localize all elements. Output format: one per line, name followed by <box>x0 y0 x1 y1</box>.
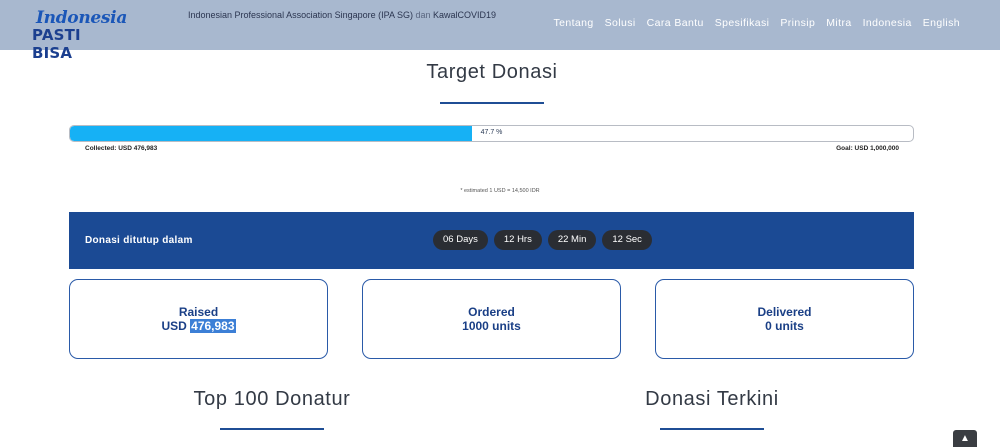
org-and: dan <box>415 10 431 20</box>
target-title-underline <box>440 102 544 104</box>
nav-prinsip[interactable]: Prinsip <box>780 17 815 29</box>
target-title: Target Donasi <box>426 61 558 83</box>
raised-label: Raised <box>178 305 219 319</box>
raised-card: Raised USD 476,983 <box>69 279 328 359</box>
raised-value: 476,983 <box>190 319 236 333</box>
org-credit: Indonesian Professional Association Sing… <box>188 10 496 20</box>
org-name: Indonesian Professional Association Sing… <box>188 10 413 20</box>
org-partner: KawalCOVID19 <box>433 10 497 20</box>
goal-amount: Goal: USD 1,000,000 <box>836 145 899 152</box>
nav-indonesia[interactable]: Indonesia <box>863 17 912 29</box>
nav-mitra[interactable]: Mitra <box>826 17 851 29</box>
collected-amount: Collected: USD 476,983 <box>85 145 158 152</box>
progress-percent: 47.7 % <box>480 129 503 136</box>
site-header: Indonesia PASTI BISA Indonesian Professi… <box>0 0 1000 62</box>
top-donors-underline <box>220 428 324 430</box>
nav-cara-bantu[interactable]: Cara Bantu <box>647 17 704 29</box>
countdown-seconds: 12 Sec <box>602 230 652 250</box>
ordered-label: Ordered <box>468 305 515 319</box>
countdown-label: Donasi ditutup dalam <box>85 235 193 246</box>
raised-currency: USD <box>161 319 187 333</box>
nav-spesifikasi[interactable]: Spesifikasi <box>715 17 770 29</box>
logo-line1: Indonesia <box>36 8 128 28</box>
countdown-days: 06 Days <box>433 230 488 250</box>
recent-donations-underline <box>660 428 764 430</box>
main-nav: Tentang Solusi Cara Bantu Spesifikasi Pr… <box>553 17 960 29</box>
exchange-rate-note: * estimated 1 USD = 14,500 IDR <box>460 188 540 194</box>
ordered-value: 1000 units <box>462 319 521 333</box>
delivered-card: Delivered 0 units <box>655 279 914 359</box>
donation-progress-bar: 47.7 % <box>69 125 914 142</box>
logo-line2: PASTI BISA <box>32 26 81 62</box>
delivered-value: 0 units <box>765 319 804 333</box>
recent-donations-title: Donasi Terkini <box>645 388 779 410</box>
raised-value-line: USD 476,983 <box>70 319 327 333</box>
countdown-hours: 12 Hrs <box>493 230 542 250</box>
countdown-minutes: 22 Min <box>547 230 597 250</box>
countdown-timer: 06 Days 12 Hrs 22 Min 12 Sec <box>433 230 652 250</box>
delivered-label: Delivered <box>757 305 812 319</box>
ordered-card: Ordered 1000 units <box>362 279 621 359</box>
logo[interactable]: Indonesia PASTI BISA <box>32 8 128 62</box>
nav-tentang[interactable]: Tentang <box>553 17 593 29</box>
top-donors-title: Top 100 Donatur <box>193 388 351 410</box>
nav-english[interactable]: English <box>923 17 960 29</box>
chevron-up-icon[interactable]: ▲ <box>953 430 977 447</box>
nav-solusi[interactable]: Solusi <box>605 17 636 29</box>
countdown-banner: Donasi ditutup dalam 06 Days 12 Hrs 22 M… <box>69 212 914 269</box>
